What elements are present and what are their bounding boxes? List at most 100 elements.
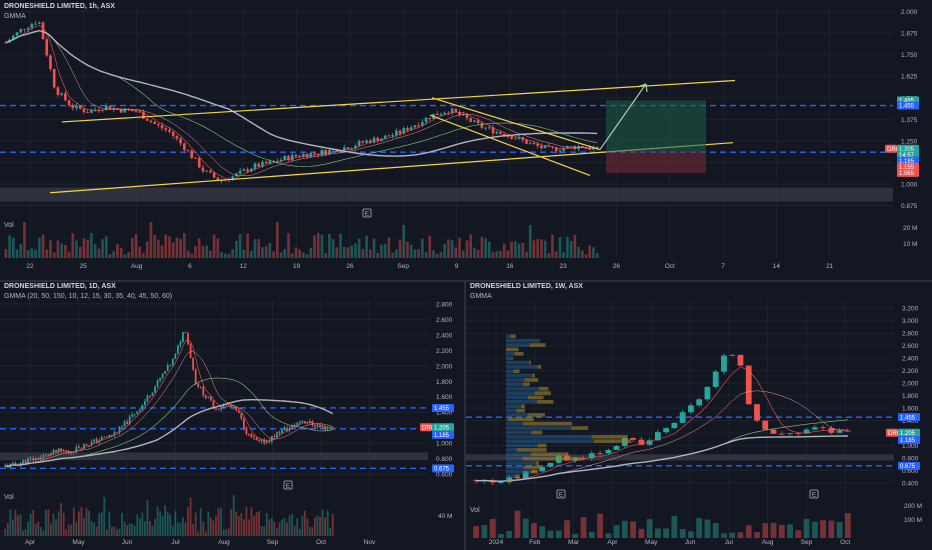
volume-bar <box>141 512 144 536</box>
volume-bar <box>844 512 851 538</box>
volume-bar <box>227 528 230 536</box>
volume-bar <box>495 251 499 258</box>
volume-bar <box>116 243 119 258</box>
candle <box>205 170 208 173</box>
candle-body <box>93 439 96 442</box>
volume-bar <box>521 242 525 258</box>
candle-body <box>525 139 528 144</box>
candle-body <box>121 426 123 428</box>
volume-bar <box>302 252 305 258</box>
time-tick-label: Jul <box>171 539 180 546</box>
price-chart-1d[interactable]: 2.8002.6002.4002.2002.0001.8001.6001.400… <box>0 282 464 550</box>
volume-bar <box>811 521 818 538</box>
candle <box>90 108 93 114</box>
candle <box>275 431 278 438</box>
volume-bar <box>19 514 22 536</box>
volume-bar <box>580 517 587 538</box>
candle-body <box>192 358 195 370</box>
earnings-marker: E <box>556 489 566 499</box>
candle-body <box>86 112 89 113</box>
volume-bar <box>630 521 636 538</box>
chart-title-1w: DRONESHIELD LIMITED, 1W, ASX <box>470 283 583 290</box>
price-chart-1h[interactable]: 2.0001.8751.7501.6251.5001.3751.2501.125… <box>0 0 932 280</box>
candle-body <box>23 28 26 30</box>
volume-bar <box>406 241 409 258</box>
candle <box>217 408 220 411</box>
indicator-label-1w: GMMA <box>470 293 492 300</box>
volume-bar <box>316 232 320 258</box>
price-tick-label: 1.875 <box>901 31 918 38</box>
chart-title-1h: DRONESHIELD LIMITED, 1h, ASX <box>4 3 115 10</box>
volume-profile-bar <box>522 382 530 387</box>
volume-bar <box>222 529 225 536</box>
candle-body <box>67 100 71 106</box>
candle <box>383 134 387 139</box>
candle <box>253 161 257 172</box>
volume-bar <box>514 241 517 258</box>
volume-bar <box>528 224 532 258</box>
volume-bar <box>255 512 258 536</box>
volume-bar <box>584 254 588 258</box>
price-tag: 0.675 <box>898 461 920 470</box>
candle-body <box>116 431 118 433</box>
volume-bar <box>525 251 528 258</box>
price-tick-label: 0.800 <box>902 456 919 463</box>
volume-bar <box>19 243 23 258</box>
volume-bar <box>142 252 145 258</box>
chart-pane-1h[interactable]: 2.0001.8751.7501.6251.5001.3751.2501.125… <box>0 0 932 280</box>
volume-bar <box>383 243 387 258</box>
volume-bar <box>220 507 222 536</box>
candle <box>443 111 446 115</box>
volume-profile-bar <box>522 421 572 426</box>
candle-body <box>171 131 175 136</box>
candle-body <box>237 410 240 414</box>
candle-body <box>613 446 620 450</box>
volume-profile-bar <box>513 369 520 374</box>
volume-profile-bar <box>537 399 554 404</box>
time-tick-label: 2024 <box>489 539 504 546</box>
volume-profile-bar <box>506 456 523 461</box>
candle-body <box>169 364 172 366</box>
candle-body <box>328 149 331 155</box>
price-tag-text: 1.185 <box>900 438 916 444</box>
volume-bar <box>572 533 579 538</box>
price-chart-1w[interactable]: 3.200 3.000 2.800 2.600 2.400 2.200 2.000 1.800… <box>466 282 932 550</box>
time-tick-label: May <box>72 539 85 546</box>
volume-profile-bar <box>506 391 535 395</box>
volume-profile-bar <box>506 408 517 413</box>
candle <box>41 21 45 40</box>
volume-bar <box>97 248 101 258</box>
price-tag: 1.455 <box>432 403 454 412</box>
chart-pane-1d[interactable]: 2.800 2.600 2.400 2.200 2.000 1.800 1.600 1.400… <box>0 282 464 550</box>
volume-profile-bar <box>532 373 536 378</box>
candle-body <box>82 108 86 113</box>
volume-bar <box>187 507 189 536</box>
volume-bar <box>149 222 153 258</box>
candle-body <box>161 373 164 379</box>
indicator-label-1h: GMMA <box>4 13 26 20</box>
volume-bar <box>38 237 41 258</box>
volume-profile-bar <box>516 408 525 413</box>
candle <box>473 120 476 123</box>
volume-profile-bar <box>506 386 539 391</box>
candle-body <box>174 353 177 359</box>
candle-body <box>19 28 23 33</box>
volume-bar <box>121 512 123 536</box>
volume-profile-bar <box>506 417 509 422</box>
candle-body <box>536 143 539 146</box>
time-tick-label: Nov <box>364 539 376 546</box>
volume-bar <box>283 249 287 258</box>
candle <box>190 148 194 159</box>
candle <box>145 117 149 121</box>
volume-bar <box>153 234 156 258</box>
chart-pane-1w[interactable]: 3.200 3.000 2.800 2.600 2.400 2.200 2.000 1.800… <box>466 282 932 550</box>
candle <box>56 86 60 97</box>
volume-bar <box>484 238 487 258</box>
price-tag-text: 1.455 <box>899 104 915 110</box>
candle-body <box>547 462 554 467</box>
volume-bar <box>42 530 45 536</box>
candle <box>67 99 71 108</box>
candle-body <box>737 354 744 366</box>
candle <box>93 438 96 444</box>
volume-bar <box>159 511 162 536</box>
